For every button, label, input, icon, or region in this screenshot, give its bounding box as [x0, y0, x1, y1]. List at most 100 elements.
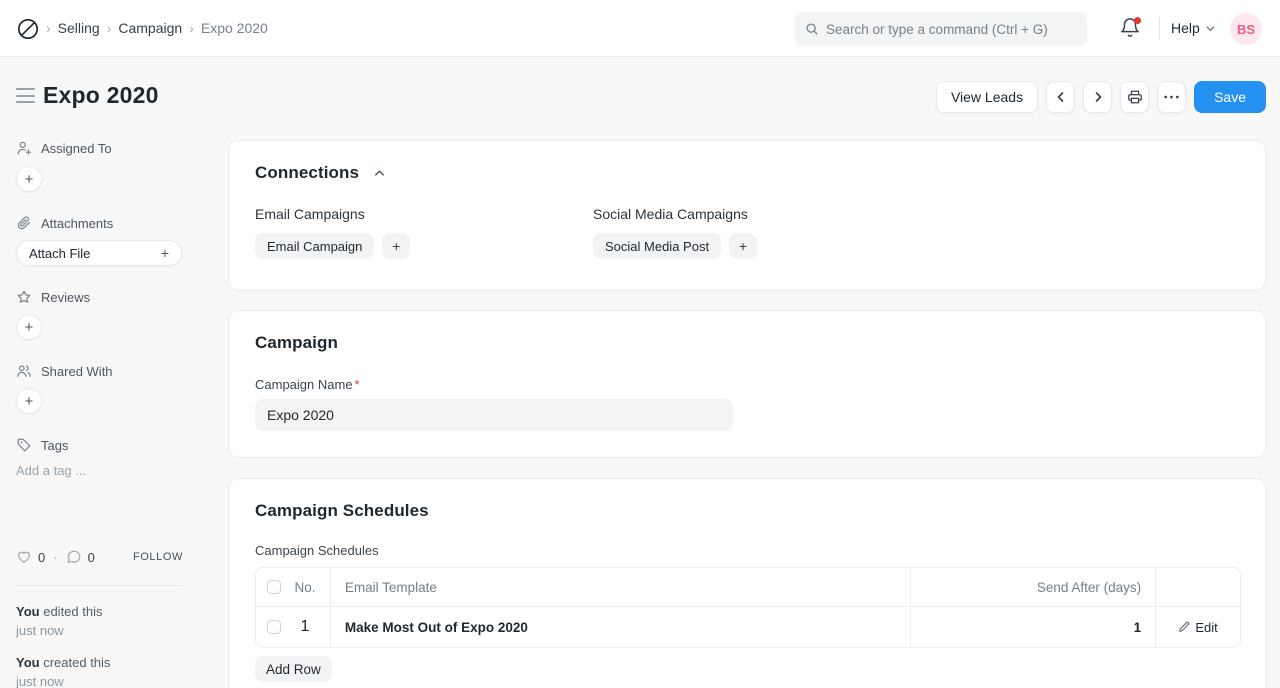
- star-icon: [16, 289, 32, 305]
- users-icon: [16, 363, 32, 379]
- user-avatar[interactable]: BS: [1230, 13, 1262, 45]
- search-input[interactable]: [826, 22, 1077, 37]
- page-title: Expo 2020: [43, 82, 159, 109]
- add-share-button[interactable]: +: [16, 388, 42, 414]
- print-button[interactable]: [1120, 81, 1149, 113]
- campaign-name-input[interactable]: [255, 399, 733, 431]
- activity-time: just now: [16, 623, 102, 638]
- chevron-right-icon: ›: [46, 20, 51, 36]
- column-header-no: No.: [291, 580, 319, 595]
- edit-row-button[interactable]: Edit: [1178, 620, 1217, 635]
- dot-separator: ·: [53, 550, 57, 565]
- breadcrumb-current: Expo 2020: [201, 20, 268, 36]
- chevron-up-icon: [373, 167, 386, 180]
- breadcrumb-campaign[interactable]: Campaign: [118, 20, 182, 36]
- activity-actor: You: [16, 655, 40, 670]
- send-after-cell[interactable]: 1: [1134, 620, 1142, 635]
- comment-icon[interactable]: [66, 549, 82, 565]
- sidebar-divider: [16, 585, 183, 586]
- connection-group-social-media: Social Media Campaigns Social Media Post…: [593, 206, 1239, 259]
- connections-section: Connections Email Campaigns Email Campai…: [228, 140, 1266, 291]
- activity-item: You created this just now: [16, 655, 110, 688]
- help-dropdown[interactable]: Help: [1171, 0, 1216, 56]
- pencil-icon: [1178, 621, 1190, 633]
- add-tag-input[interactable]: Add a tag ...: [16, 463, 86, 478]
- paperclip-icon: [16, 215, 32, 231]
- chevron-left-icon: [1055, 91, 1067, 103]
- table-header-row: No. Email Template Send After (days): [256, 568, 1240, 606]
- tag-icon: [16, 437, 32, 453]
- connections-title: Connections: [255, 163, 359, 183]
- notifications-bell-icon[interactable]: [1119, 17, 1143, 41]
- reviews-section-header: Reviews: [16, 289, 90, 305]
- page-actions: View Leads Save: [936, 81, 1266, 113]
- tags-label: Tags: [41, 438, 68, 453]
- select-all-checkbox[interactable]: [267, 580, 281, 594]
- likes-count[interactable]: 0: [38, 550, 45, 565]
- heart-icon[interactable]: [16, 549, 32, 565]
- required-marker: *: [355, 377, 360, 392]
- add-row-button[interactable]: Add Row: [255, 656, 332, 682]
- activity-action: edited this: [43, 604, 102, 619]
- save-button[interactable]: Save: [1194, 81, 1266, 113]
- user-plus-icon: [16, 140, 32, 156]
- shared-with-section-header: Shared With: [16, 363, 113, 379]
- notification-dot: [1134, 17, 1141, 24]
- add-review-button[interactable]: +: [16, 314, 42, 340]
- breadcrumb: › Selling › Campaign › Expo 2020: [46, 0, 268, 56]
- table-row[interactable]: 1 Make Most Out of Expo 2020 1 Edit: [256, 606, 1240, 647]
- ellipsis-icon: [1164, 95, 1179, 99]
- campaign-name-label: Campaign Name*: [255, 377, 1239, 392]
- menu-ellipsis-button[interactable]: [1157, 81, 1186, 113]
- page-body: Expo 2020 View Leads Save Assigned To: [0, 57, 1280, 688]
- printer-icon: [1127, 89, 1143, 105]
- global-search[interactable]: [795, 12, 1087, 46]
- tags-section-header: Tags: [16, 437, 68, 453]
- frappe-logo-icon[interactable]: [16, 17, 40, 41]
- shared-with-label: Shared With: [41, 364, 113, 379]
- view-leads-button[interactable]: View Leads: [936, 81, 1038, 113]
- edit-label: Edit: [1195, 620, 1217, 635]
- chevron-right-icon: ›: [189, 20, 194, 36]
- chevron-down-icon: [1205, 23, 1216, 34]
- email-campaign-link[interactable]: Email Campaign: [255, 233, 374, 259]
- attachments-section-header: Attachments: [16, 215, 113, 231]
- add-assignment-button[interactable]: +: [16, 166, 42, 192]
- connections-groups: Email Campaigns Email Campaign + Social …: [255, 206, 1239, 259]
- connection-group-email-campaigns: Email Campaigns Email Campaign +: [255, 206, 593, 259]
- follow-button[interactable]: FOLLOW: [133, 551, 183, 563]
- next-document-button[interactable]: [1083, 81, 1112, 113]
- connection-group-label: Email Campaigns: [255, 206, 593, 222]
- social-media-post-link[interactable]: Social Media Post: [593, 233, 721, 259]
- assigned-to-section-header: Assigned To: [16, 140, 112, 156]
- connection-group-label: Social Media Campaigns: [593, 206, 1239, 222]
- form-body: Connections Email Campaigns Email Campai…: [228, 140, 1266, 688]
- attach-file-button[interactable]: Attach File +: [16, 240, 182, 266]
- column-header-actions: [1156, 568, 1240, 606]
- reviews-label: Reviews: [41, 290, 90, 305]
- attach-file-label: Attach File: [29, 246, 90, 261]
- assigned-to-label: Assigned To: [41, 141, 112, 156]
- help-label: Help: [1171, 20, 1200, 36]
- campaign-section-title: Campaign: [255, 333, 1239, 353]
- comments-count[interactable]: 0: [88, 550, 95, 565]
- campaign-schedules-section: Campaign Schedules Campaign Schedules No…: [228, 478, 1266, 688]
- connections-section-header[interactable]: Connections: [255, 163, 1239, 183]
- attachments-label: Attachments: [41, 216, 113, 231]
- sidebar-toggle-icon[interactable]: [16, 88, 35, 103]
- row-checkbox[interactable]: [267, 620, 281, 634]
- add-email-campaign-button[interactable]: +: [382, 233, 410, 259]
- email-template-cell[interactable]: Make Most Out of Expo 2020: [345, 620, 528, 635]
- breadcrumb-selling[interactable]: Selling: [58, 20, 100, 36]
- column-header-email-template: Email Template: [345, 580, 437, 595]
- add-social-media-post-button[interactable]: +: [729, 233, 757, 259]
- prev-document-button[interactable]: [1046, 81, 1075, 113]
- search-icon: [805, 22, 819, 36]
- activity-actor: You: [16, 604, 40, 619]
- schedules-field-label: Campaign Schedules: [255, 543, 1239, 558]
- schedules-section-title: Campaign Schedules: [255, 501, 1239, 521]
- navbar-divider: [1159, 17, 1160, 40]
- activity-time: just now: [16, 674, 110, 688]
- chevron-right-icon: ›: [107, 20, 112, 36]
- schedules-table: No. Email Template Send After (days) 1 M…: [255, 567, 1241, 648]
